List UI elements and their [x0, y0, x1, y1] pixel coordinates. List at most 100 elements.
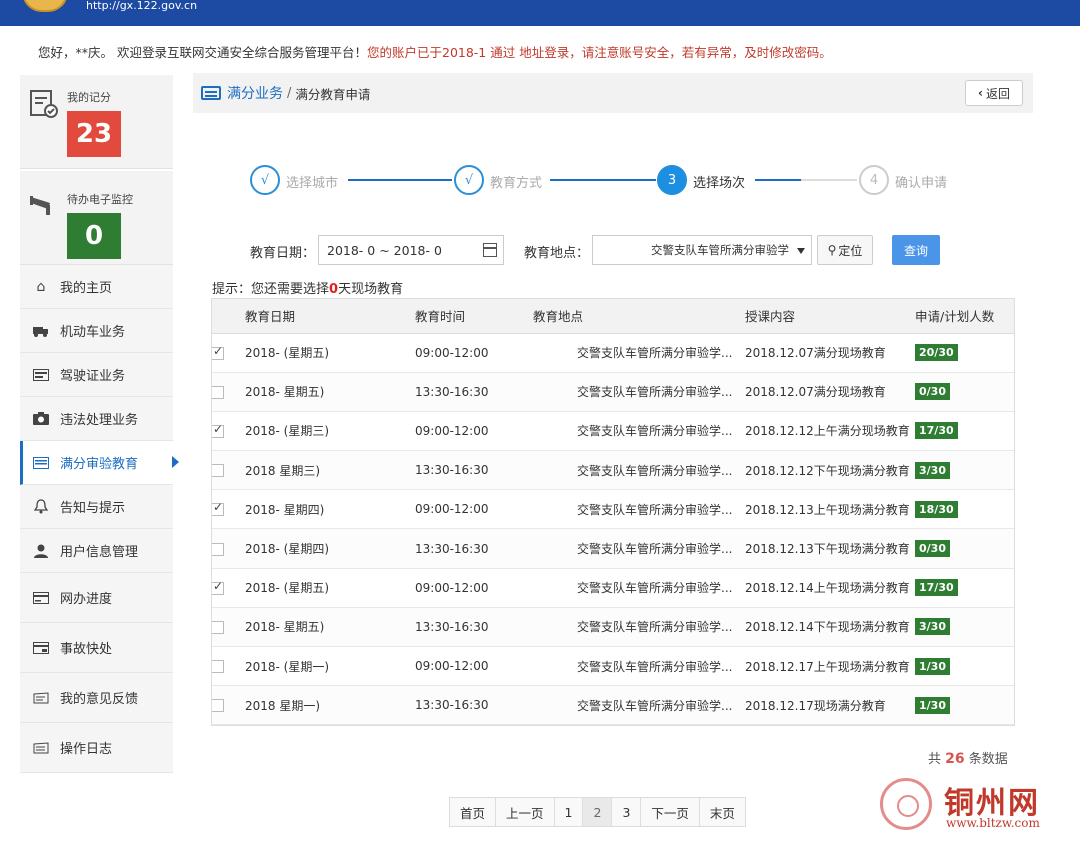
tip-prefix: 提示：您还需要选择	[212, 282, 330, 297]
row-time: 13:30-16:30	[415, 372, 533, 412]
sidebar-item-full-score-education[interactable]: 满分审验教育	[20, 441, 179, 485]
row-checkbox-cell[interactable]	[211, 607, 245, 648]
row-checkbox-cell[interactable]	[211, 568, 245, 608]
bell-icon	[32, 499, 50, 515]
sidebar-item-accident[interactable]: 事故快处	[20, 623, 173, 673]
row-count-cell: 3/30	[915, 450, 1015, 491]
step-1-label: 选择城市	[286, 176, 339, 191]
table-row[interactable]: 2018- (星期五)09:00-12:00交警支队车管所满分审验学...201…	[211, 333, 1015, 373]
sidebar-item-user-info[interactable]: 用户信息管理	[20, 529, 173, 573]
row-count-cell: 17/30	[915, 411, 1015, 452]
monitor-card[interactable]: 待办电子监控 0	[20, 171, 173, 265]
page-button[interactable]: 首页	[449, 797, 497, 827]
step-3-label: 选择场次	[693, 176, 746, 191]
row-checkbox[interactable]	[211, 422, 224, 438]
page-button[interactable]: 下一页	[640, 797, 700, 827]
table-row[interactable]: 2018- 星期四)09:00-12:00交警支队车管所满分审验学...2018…	[211, 489, 1015, 530]
location-label: 教育地点：	[524, 246, 590, 261]
back-button-label: 返回	[985, 86, 1010, 101]
row-time: 13:30-16:30	[415, 607, 533, 648]
back-button[interactable]: ‹ 返回	[965, 80, 1023, 106]
row-place: 交警支队车管所满分审验学...	[533, 333, 745, 373]
sidebar-item-label: 操作日志	[60, 742, 113, 757]
page-button[interactable]: 3	[611, 797, 642, 827]
login-warning: 您的账户已于2018-1 通过 地址登录，请注意账号安全，若有异常，及时修改密码…	[366, 45, 832, 60]
row-place: 交警支队车管所满分审验学...	[533, 568, 745, 608]
step-4-indicator: 4	[859, 165, 889, 195]
query-button[interactable]: 查询	[892, 235, 940, 265]
sidebar-item-violation[interactable]: 违法处理业务	[20, 397, 173, 441]
progress-card-icon	[32, 590, 50, 606]
watermark-url: www.bltzw.com	[946, 816, 1040, 830]
row-checkbox-cell[interactable]	[211, 411, 245, 452]
row-checkbox[interactable]	[211, 464, 224, 478]
row-checkbox[interactable]	[211, 660, 224, 674]
location-select[interactable]: 交警支队车管所满分审验学	[592, 235, 812, 265]
sidebar-item-notices[interactable]: 告知与提示	[20, 485, 173, 529]
row-checkbox[interactable]	[211, 385, 224, 399]
row-place: 交警支队车管所满分审验学...	[533, 528, 745, 569]
row-checkbox[interactable]	[211, 542, 224, 556]
page-button[interactable]: 末页	[698, 797, 746, 827]
user-icon	[32, 543, 50, 559]
caret-down-icon	[797, 248, 805, 254]
score-card[interactable]: 我的记分 23	[20, 75, 173, 169]
table-row[interactable]: 2018 星期三) 13:30-16:30 交警支队车管所满分审验学... 2018.…	[211, 450, 1015, 491]
row-content: 2018.12.14上午现场满分教育	[745, 568, 915, 608]
row-count-cell: 3/30	[915, 607, 1015, 648]
table-row[interactable]: 2018- (星期五)09:00-12:00交警支队车管所满分审验学...201…	[211, 568, 1015, 608]
sidebar-item-vehicle[interactable]: 机动车业务	[20, 309, 173, 353]
sidebar-item-log[interactable]: 操作日志	[20, 723, 173, 773]
step-2-check-icon: √	[454, 165, 484, 195]
total-number: 26	[945, 751, 965, 767]
table-row[interactable]: 2018- (星期三)09:00-12:00交警支队车管所满分审验学...201…	[211, 411, 1015, 452]
accident-card-icon	[32, 640, 50, 656]
sidebar-item-license[interactable]: 驾驶证业务	[20, 353, 173, 397]
sidebar-item-home[interactable]: ⌂ 我的主页	[20, 265, 173, 309]
step-1-check-icon: √	[250, 165, 280, 195]
row-count-badge: 0/30	[915, 383, 950, 401]
calendar-icon[interactable]	[483, 243, 497, 257]
row-checkbox[interactable]	[211, 699, 224, 713]
step-connector	[755, 179, 801, 181]
row-checkbox-cell[interactable]	[211, 372, 245, 412]
date-range-value: 2018- 0 ~ 2018- 0	[327, 242, 442, 258]
row-checkbox[interactable]	[211, 344, 224, 360]
step-progress: √ 选择城市 √ 教育方式 3 选择场次 4 确认申请	[250, 165, 960, 195]
table-row[interactable]: 2018- 星期五) 13:30-16:30 交警支队车管所满分审验学... 2018…	[211, 372, 1015, 412]
row-content: 2018.12.12下午现场满分教育	[745, 450, 915, 491]
row-place: 交警支队车管所满分审验学...	[533, 450, 745, 491]
header-place: 教育地点	[533, 298, 745, 334]
row-count-cell: 0/30	[915, 528, 1015, 569]
row-checkbox-cell[interactable]	[211, 489, 245, 530]
row-checkbox-cell[interactable]	[211, 333, 245, 373]
breadcrumb-separator: /	[287, 85, 292, 101]
page-button[interactable]: 2	[582, 797, 613, 827]
row-checkbox[interactable]	[211, 579, 224, 595]
table-row[interactable]: 2018- 星期五) 13:30-16:30 交警支队车管所满分审验学... 2018…	[211, 607, 1015, 648]
feedback-icon	[32, 690, 50, 706]
step-2-label: 教育方式	[490, 176, 543, 191]
page-button[interactable]: 上一页	[495, 797, 555, 827]
table-row[interactable]: 2018- (星期一) 09:00-12:00 交警支队车管所满分审验学... 201…	[211, 646, 1015, 687]
row-time: 09:00-12:00	[415, 411, 533, 452]
locate-button[interactable]: ⚲ 定位	[817, 235, 873, 265]
welcome-greeting: 您好，**庆。 欢迎登录互联网交通安全综合服务管理平台！	[38, 45, 367, 60]
row-checkbox-cell[interactable]	[211, 646, 245, 687]
page-button[interactable]: 1	[553, 797, 584, 827]
row-checkbox-cell[interactable]	[211, 528, 245, 569]
breadcrumb-section[interactable]: 满分业务	[227, 83, 283, 103]
sidebar-item-feedback[interactable]: 我的意见反馈	[20, 673, 173, 723]
row-time: 09:00-12:00	[415, 568, 533, 608]
row-checkbox-cell[interactable]	[211, 450, 245, 491]
table-row[interactable]: 2018- (星期四) 13:30-16:30 交警支队车管所满分审验学... 201…	[211, 528, 1015, 569]
date-range-input[interactable]: 2018- 0 ~ 2018- 0	[318, 235, 504, 265]
table-row[interactable]: 2018 星期一) 13:30-16:30 交警支队车管所满分审验学... 2018.…	[211, 685, 1015, 726]
sidebar-item-progress[interactable]: 网办进度	[20, 573, 173, 623]
row-checkbox-cell[interactable]	[211, 685, 245, 726]
row-checkbox[interactable]	[211, 500, 224, 517]
row-date: 2018 星期三)	[245, 450, 415, 491]
row-date: 2018- (星期三)	[245, 411, 415, 452]
row-checkbox[interactable]	[211, 620, 224, 634]
row-date: 2018- (星期五)	[245, 568, 415, 608]
